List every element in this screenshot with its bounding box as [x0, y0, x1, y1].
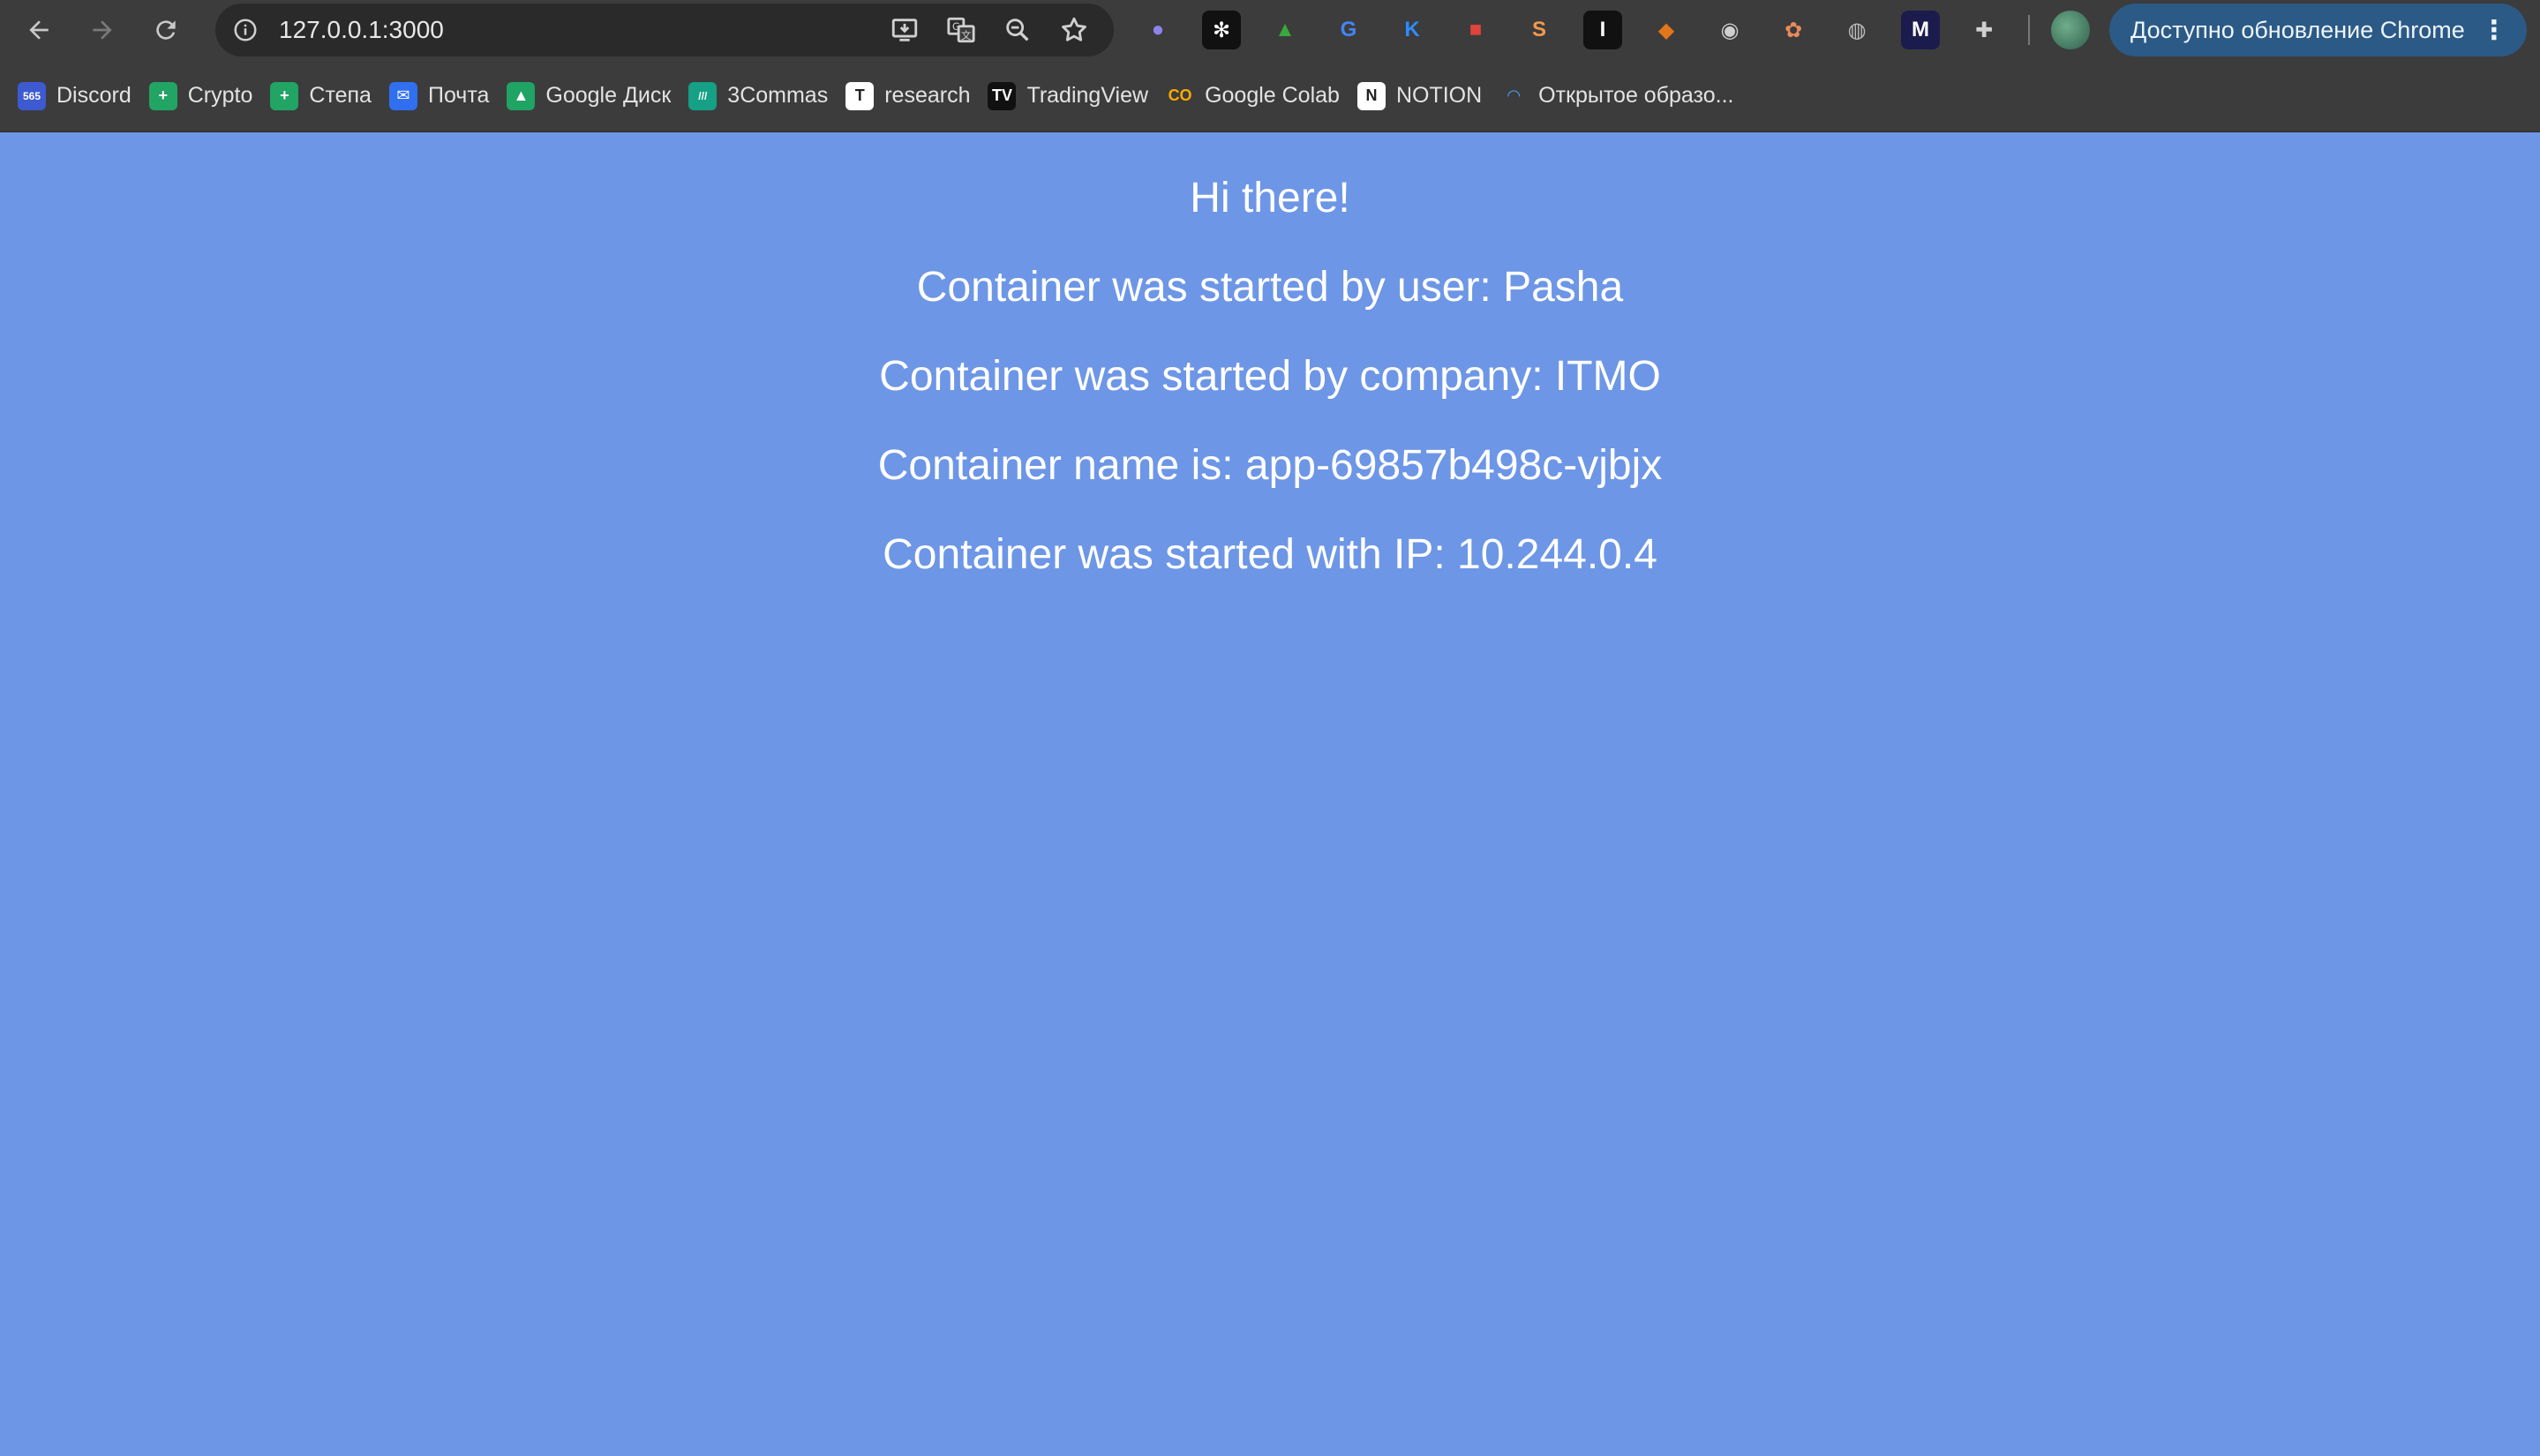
greeting-text: Hi there! [1190, 175, 1350, 221]
forward-icon [93, 20, 112, 40]
s-extension-icon[interactable]: S [1520, 11, 1559, 49]
bookmark-star-button[interactable] [1050, 6, 1098, 54]
bookmark-label: TradingView [1026, 83, 1149, 108]
drive-icon: ▲ [507, 81, 536, 110]
me-extension-icon[interactable]: M [1901, 11, 1940, 49]
bookmark-label: research [884, 83, 971, 108]
ghost-extension-icon[interactable]: ● [1138, 11, 1177, 49]
mail-icon: ✉ [388, 81, 417, 110]
browser-toolbar: 127.0.0.1:3000 文G ● ✻ ▲ G K ■ S I ◆ ◉ ✿ ◍ M ✚ Доступн… [0, 0, 2540, 60]
translate-button[interactable]: 文G [937, 6, 985, 54]
user-text: Container was started by user: Pasha [916, 264, 1624, 311]
bookmark-crypto[interactable]: + Crypto [148, 81, 253, 110]
url-text[interactable]: 127.0.0.1:3000 [279, 16, 872, 44]
address-bar[interactable]: 127.0.0.1:3000 文G [215, 4, 1114, 56]
install-app-icon [891, 19, 918, 41]
snowflake-extension-icon[interactable]: ✻ [1202, 11, 1241, 49]
tradingview-icon: TV [988, 81, 1017, 110]
k-extension-icon[interactable]: K [1393, 11, 1432, 49]
bookmark-label: Google Диск [545, 83, 672, 108]
back-icon [29, 20, 49, 40]
i-extension-icon[interactable]: I [1583, 11, 1622, 49]
company-text: Container was started by company: ITMO [879, 353, 1661, 400]
lock-extension-icon[interactable]: ■ [1456, 11, 1495, 49]
bookmark-почта[interactable]: ✉ Почта [388, 81, 490, 110]
bookmark-label: Почта [427, 83, 490, 108]
zoom-button[interactable] [994, 6, 1041, 54]
translate-icon: 文G [947, 17, 975, 43]
3commas-icon: /// [688, 81, 718, 110]
bookmark-star-icon [1062, 17, 1086, 41]
puzzle-extensions-icon[interactable]: ✚ [1965, 11, 2003, 49]
bookmark-notion[interactable]: N NOTION [1356, 81, 1483, 110]
forward-button[interactable] [78, 5, 127, 55]
bookmark-label: Google Colab [1205, 83, 1340, 108]
discord-icon: 565 [18, 81, 46, 110]
bookmark-открытое-образо[interactable]: ◠ Открытое образо... [1499, 82, 1733, 110]
profile-avatar[interactable] [2051, 11, 2090, 49]
notion-icon: N [1356, 81, 1386, 110]
loading-icon: ◠ [1507, 86, 1521, 104]
owl-extension-icon[interactable]: ◉ [1710, 11, 1749, 49]
bookmark-label: Crypto [187, 83, 253, 108]
sheets-icon: + [270, 81, 299, 110]
bookmark-google-colab[interactable]: CO Google Colab [1166, 82, 1340, 110]
colab-icon: CO [1168, 86, 1192, 104]
container-name-text: Container name is: app-69857b498c-vjbjx [877, 442, 1663, 489]
back-button[interactable] [14, 5, 64, 55]
install-app-button[interactable] [881, 6, 928, 54]
sheets-icon: + [148, 81, 177, 110]
toolbar-divider [2028, 15, 2030, 45]
update-label: Доступно обновление Chrome [2130, 16, 2465, 43]
bookmark-3commas[interactable]: /// 3Commas [688, 81, 829, 110]
zoom-icon [1006, 19, 1029, 41]
film-extension-icon[interactable]: ✿ [1774, 11, 1813, 49]
metamask-extension-icon[interactable]: ◆ [1647, 11, 1686, 49]
chrome-update-button[interactable]: Доступно обновление Chrome ⋮ [2109, 4, 2527, 56]
svg-text:G: G [952, 20, 960, 33]
page-content: Hi there! Container was started by user:… [0, 132, 2540, 1456]
site-info-button[interactable] [226, 11, 265, 49]
bookmark-label: 3Commas [727, 83, 829, 108]
extensions-row: ● ✻ ▲ G K ■ S I ◆ ◉ ✿ ◍ M ✚ [1138, 11, 2028, 49]
container-ip-text: Container was started with IP: 10.244.0.… [883, 531, 1657, 578]
research-icon: T [845, 81, 875, 110]
reload-button[interactable] [141, 5, 191, 55]
bookmark-discord[interactable]: 565 Discord [18, 81, 132, 110]
bookmark-label: Discord [56, 83, 132, 108]
bookmark-label: Открытое образо... [1538, 83, 1734, 108]
reload-icon [156, 20, 176, 40]
svg-text:文: 文 [961, 29, 971, 41]
bookmark-label: NOTION [1395, 83, 1483, 108]
chart-extension-icon[interactable]: ▲ [1266, 11, 1304, 49]
globe-extension-icon[interactable]: ◍ [1837, 11, 1876, 49]
info-icon [234, 19, 257, 41]
bookmark-label: Степа [309, 83, 372, 108]
google-translate-extension-icon[interactable]: G [1329, 11, 1368, 49]
bookmark-google-диск[interactable]: ▲ Google Диск [507, 81, 672, 110]
bookmark-research[interactable]: Tresearch [845, 81, 971, 110]
bookmarks-bar: 565 Discord + Crypto + Степа ✉ Почта ▲ Google Дис… [0, 60, 2540, 132]
bookmark-tradingview[interactable]: TV TradingView [988, 81, 1149, 110]
menu-dots-icon[interactable]: ⋮ [2481, 15, 2507, 46]
bookmark-степа[interactable]: + Степа [270, 81, 372, 110]
